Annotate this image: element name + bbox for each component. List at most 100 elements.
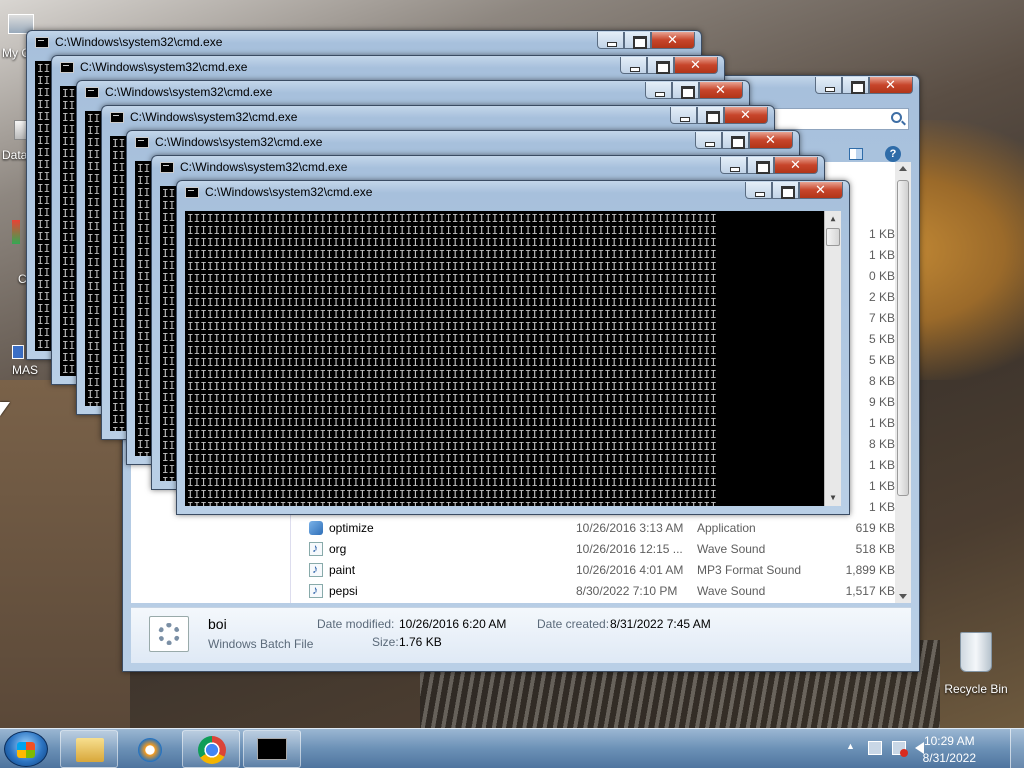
scroll-up-arrow[interactable] [899,166,907,171]
details-created-label: Date created: [537,617,610,631]
maximize-button[interactable] [772,182,799,199]
close-button[interactable] [869,77,913,94]
preview-pane-icon[interactable] [849,148,863,160]
shortcut-icon [12,345,24,359]
recycle-bin-label: Recycle Bin [944,682,1008,696]
maximize-button[interactable] [697,107,724,124]
minimize-button[interactable] [815,77,842,94]
file-type: Wave Sound [697,584,766,598]
console-line: IIIIIIIIIIIIIIIIIIIIIIIIIIIIIIIIIIIIIIII… [187,501,823,507]
details-size-value: 1.76 KB [399,635,442,649]
file-date: 8/30/2022 7:10 PM [576,584,678,598]
network-icon[interactable] [892,741,908,757]
maximize-button[interactable] [624,32,651,49]
scrollbar-thumb[interactable] [897,180,909,496]
folder-icon [76,738,104,762]
scroll-down-arrow[interactable]: ▼ [825,490,841,506]
close-button[interactable] [774,157,818,174]
cmd-title: C:\Windows\system32\cmd.exe [205,185,373,199]
cmd-titlebar[interactable]: C:\Windows\system32\cmd.exe [52,56,724,80]
shortcut-icon [12,220,20,244]
file-name: org [329,542,347,556]
cmd-titlebar[interactable]: C:\Windows\system32\cmd.exe [77,81,749,105]
maximize-button[interactable] [647,57,674,74]
file-row[interactable]: optimize 10/26/2016 3:13 AM Application 619… [301,518,895,539]
cmd-icon [135,137,149,148]
cmd-title: C:\Windows\system32\cmd.exe [155,135,323,149]
file-type: Application [697,521,756,535]
console-scrollbar[interactable]: ▲▼ [824,211,841,506]
cmd-titlebar[interactable]: C:\Windows\system32\cmd.exe [177,181,849,205]
file-list-scrollbar[interactable] [895,162,911,603]
minimize-button[interactable] [597,32,624,49]
window-controls [670,107,768,125]
details-pane: boi Windows Batch File Date modified: 10… [131,607,911,663]
minimize-button[interactable] [620,57,647,74]
file-name: paint [329,563,356,577]
window-controls [745,182,843,200]
clock-date: 8/31/2022 [922,751,976,765]
cmd-titlebar[interactable]: C:\Windows\system32\cmd.exe [127,131,799,155]
details-modified-label: Date modified: [317,617,395,631]
minimize-button[interactable] [670,107,697,124]
minimize-button[interactable] [720,157,747,174]
file-date: 10/26/2016 4:01 AM [576,563,684,577]
file-type: MP3 Format Sound [697,563,802,577]
close-button[interactable] [651,32,695,49]
wave-icon [309,562,323,577]
gear-icon [158,623,180,645]
cmd-titlebar[interactable]: C:\Windows\system32\cmd.exe [102,106,774,130]
maximize-button[interactable] [722,132,749,149]
clock[interactable]: 10:29 AM 8/31/2022 [923,733,976,767]
cmd-icon [257,738,287,760]
close-button[interactable] [749,132,793,149]
scroll-up-arrow[interactable]: ▲ [825,211,841,227]
maximize-button[interactable] [672,82,699,99]
desktop-icon-c[interactable]: C [12,220,27,286]
details-created-value: 8/31/2022 7:45 AM [610,617,711,631]
cmd-titlebar[interactable]: C:\Windows\system32\cmd.exe [27,31,701,55]
file-name: optimize [329,521,374,535]
file-row[interactable]: paint 10/26/2016 4:01 AM MP3 Format Sound 1… [301,560,895,581]
cmd-titlebar[interactable]: C:\Windows\system32\cmd.exe [152,156,824,180]
maximize-button[interactable] [842,77,869,94]
show-desktop-button[interactable] [1010,729,1024,768]
file-name: pepsi [329,584,358,598]
file-row[interactable]: org 10/26/2016 12:15 ... Wave Sound 518 KB [301,539,895,560]
minimize-button[interactable] [645,82,672,99]
scroll-down-arrow[interactable] [899,594,907,599]
file-size: 1,899 KB [845,563,895,577]
maximize-button[interactable] [747,157,774,174]
action-center-icon[interactable] [868,741,882,755]
minimize-button[interactable] [695,132,722,149]
start-button[interactable] [4,731,48,767]
wave-icon [309,541,323,556]
tray-expand-arrow[interactable]: ▲ [846,741,855,751]
cmd-title: C:\Windows\system32\cmd.exe [105,85,273,99]
cmd-icon [85,87,99,98]
help-icon[interactable]: ? [885,146,901,162]
taskbar-chrome-button[interactable] [182,730,240,768]
cmd-icon [60,62,74,73]
close-button[interactable] [724,107,768,124]
console-output[interactable]: IIIIIIIIIIIIIIIIIIIIIIIIIIIIIIIIIIIIIIII… [185,211,841,506]
file-row[interactable]: score10/26/2016 2:35 AMWave Sound1,320 K… [301,602,895,603]
close-button[interactable] [799,182,843,199]
desktop-icon-data[interactable]: Data [2,120,28,162]
taskbar-explorer-button[interactable] [60,730,118,768]
scrollbar-thumb[interactable] [826,228,840,246]
cmd-title: C:\Windows\system32\cmd.exe [80,60,248,74]
taskbar-media-player-button[interactable] [121,730,179,768]
close-button[interactable] [699,82,743,99]
file-type: Wave Sound [697,542,766,556]
console-text: IIIIIIIIIIIIIIIIIIIIIIIIIIIIIIIIIIIIIIII… [187,213,823,506]
recycle-bin[interactable]: Recycle Bin [944,632,1008,696]
file-row[interactable]: pepsi 8/30/2022 7:10 PM Wave Sound 1,517 KB [301,581,895,602]
taskbar-cmd-button[interactable] [243,730,301,768]
close-button[interactable] [674,57,718,74]
cmd-window[interactable]: C:\Windows\system32\cmd.exe IIIIIIIIIIIII… [176,180,850,515]
details-file-kind: Windows Batch File [208,637,314,651]
cmd-title: C:\Windows\system32\cmd.exe [180,160,348,174]
chrome-icon [198,736,226,764]
minimize-button[interactable] [745,182,772,199]
